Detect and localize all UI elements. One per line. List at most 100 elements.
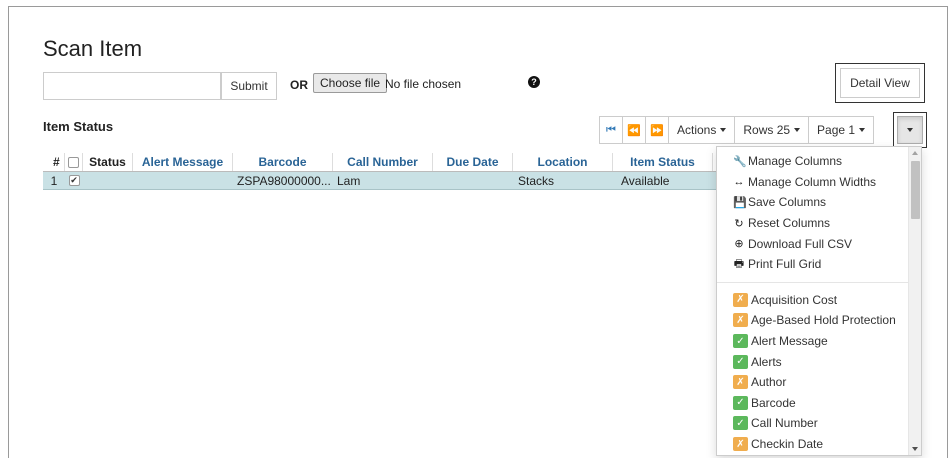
grid-menu-highlight [893,112,927,148]
menu-item-label: Call Number [751,416,818,431]
previous-page-icon: ⏪ [627,124,641,137]
scroll-down-arrow-icon[interactable] [912,447,918,451]
menu-item-print-grid[interactable]: 🖶 Print Full Grid [717,254,921,275]
rows-label: Rows 25 [743,123,791,137]
column-toggle-checkin-date[interactable]: ✗ Checkin Date [717,434,921,455]
cell-status [83,172,133,189]
select-all-checkbox[interactable] [65,153,83,171]
column-header-item-status[interactable]: Item Status [613,153,713,171]
menu-item-manage-column-widths[interactable]: ↔ Manage Column Widths [717,172,921,193]
rows-dropdown[interactable]: Rows 25 [734,116,810,144]
chevron-down-icon [794,128,801,132]
hidden-badge-icon: ✗ [733,292,748,307]
menu-item-label: Reset Columns [748,216,831,231]
cell-due-date [433,172,513,189]
menu-item-label: Manage Columns [748,154,843,169]
actions-label: Actions [677,123,717,137]
visible-badge-icon: ✓ [733,354,748,369]
checkbox-checked[interactable]: ✔ [68,175,80,186]
choose-file-button[interactable]: Choose file [313,73,388,93]
menu-item-label: Author [751,375,787,390]
grid-menu-dropdown: 🔧 Manage Columns ↔ Manage Column Widths 💾 S… [716,146,922,456]
section-title: Item Status [43,119,114,134]
visible-badge-icon: ✓ [733,395,748,410]
column-toggle-alerts[interactable]: ✓ Alerts [717,351,921,372]
checkbox[interactable] [68,156,79,168]
first-page-icon: ⏮ [606,123,616,136]
column-header-due-date[interactable]: Due Date [433,153,513,171]
question-circle-icon[interactable]: ? [528,76,540,88]
column-header-call-number[interactable]: Call Number [333,153,433,171]
cell-alert-message [133,172,233,189]
visible-badge-icon: ✓ [733,334,748,349]
item-status-grid: # Status Alert Message Barcode Call Numb… [43,153,723,190]
column-toggle-alert-message[interactable]: ✓ Alert Message [717,331,921,352]
row-checkbox[interactable]: ✔ [65,172,83,189]
actions-dropdown[interactable]: Actions [668,116,736,144]
column-header-status[interactable]: Status [83,153,133,171]
menu-divider [717,281,921,283]
menu-item-label: Checkin Date [751,437,824,452]
resize-horizontal-icon: ↔ [733,175,745,188]
cell-call-number: Lam [337,173,361,188]
column-header-number[interactable]: # [43,153,65,171]
dropdown-scrollbar[interactable] [908,147,921,455]
print-icon: 🖶 [733,257,745,270]
previous-page-button[interactable]: ⏪ [622,116,646,144]
menu-item-label: Alerts [751,354,782,369]
caret-down-icon [907,128,913,132]
hidden-badge-icon: ✗ [733,375,748,390]
cell-location: Stacks [518,173,555,188]
menu-item-manage-columns[interactable]: 🔧 Manage Columns [717,151,921,172]
menu-item-save-columns[interactable]: 💾 Save Columns [717,192,921,213]
file-status-label: No file chosen [385,77,462,91]
visible-badge-icon: ✓ [733,416,748,431]
floppy-disk-icon: 💾 [733,196,747,209]
menu-item-label: Acquisition Cost [751,292,838,307]
menu-item-label: Manage Column Widths [748,174,877,189]
cell-barcode: ZSPA98000000... [237,173,331,188]
menu-item-label: Print Full Grid [748,257,822,272]
grid-header: # Status Alert Message Barcode Call Numb… [43,153,723,172]
menu-item-label: Age-Based Hold Protection [751,313,896,328]
grid-toolbar: ⏮ ⏪ ⏩ Actions Rows 25 Page 1 [599,116,875,144]
next-page-icon: ⏩ [650,124,664,137]
download-icon: ⊕ [734,238,744,251]
page-title: Scan Item [43,36,143,61]
detail-view-button[interactable]: Detail View [840,68,920,98]
column-header-alert-message[interactable]: Alert Message [133,153,233,171]
hidden-badge-icon: ✗ [733,437,748,452]
grid-menu-button[interactable] [897,116,923,144]
next-page-button[interactable]: ⏩ [645,116,669,144]
menu-item-download-csv[interactable]: ⊕ Download Full CSV [717,233,921,254]
chevron-down-icon [720,128,727,132]
menu-item-label: Download Full CSV [748,236,853,251]
column-toggle-author[interactable]: ✗ Author [717,372,921,393]
column-toggle-call-number[interactable]: ✓ Call Number [717,413,921,434]
column-toggle-barcode[interactable]: ✓ Barcode [717,393,921,414]
hidden-badge-icon: ✗ [733,313,748,328]
menu-item-label: Barcode [751,395,796,410]
column-toggle-age-based-hold[interactable]: ✗ Age-Based Hold Protection [717,310,921,331]
or-label: OR [290,78,308,92]
row-number: 1 [50,173,58,188]
menu-item-label: Save Columns [748,195,827,210]
page-dropdown[interactable]: Page 1 [808,116,875,144]
menu-item-label: Alert Message [751,334,828,349]
column-header-barcode[interactable]: Barcode [233,153,333,171]
chevron-down-icon [859,128,866,132]
column-toggle-acquisition-cost[interactable]: ✗ Acquisition Cost [717,290,921,311]
detail-view-highlight: Detail View [835,63,925,103]
cell-item-status: Available [621,173,670,188]
scroll-up-arrow-icon[interactable] [912,151,918,155]
first-page-button[interactable]: ⏮ [599,116,623,144]
refresh-icon: ↻ [734,217,744,230]
column-header-location[interactable]: Location [513,153,613,171]
barcode-input[interactable] [43,72,221,100]
wrench-icon: 🔧 [733,155,747,168]
page-label: Page 1 [817,123,856,137]
menu-item-reset-columns[interactable]: ↻ Reset Columns [717,213,921,234]
submit-button[interactable]: Submit [221,72,277,100]
table-row[interactable]: 1 ✔ ZSPA98000000... Lam Stacks Available [43,172,723,190]
scrollbar-thumb[interactable] [911,161,920,219]
